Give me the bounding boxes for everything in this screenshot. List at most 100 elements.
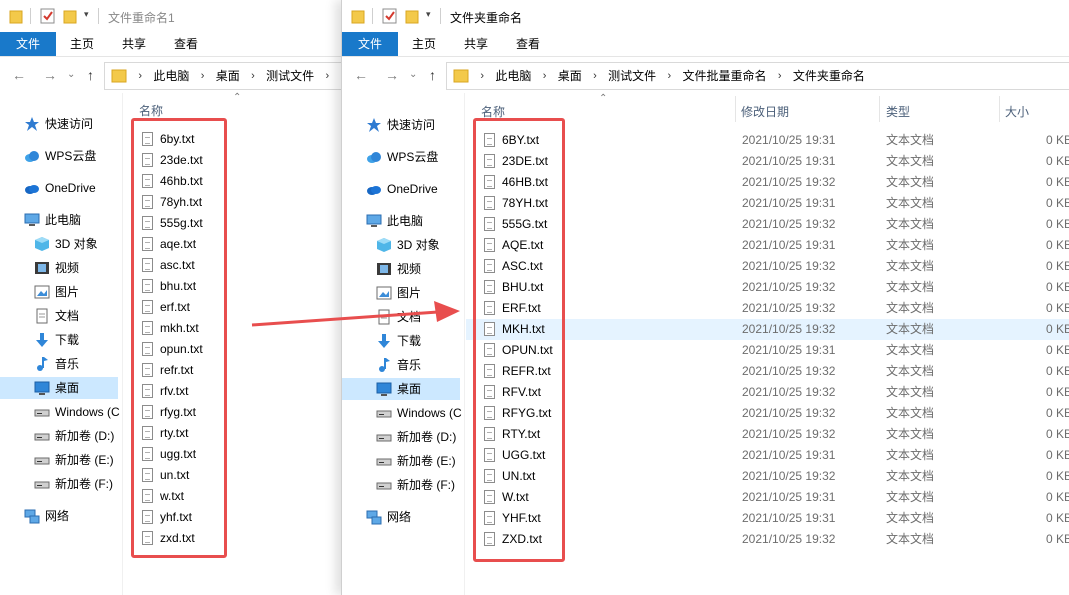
address-bar[interactable]: › 此电脑 › 桌面 › 测试文件 › 文件批量重命名 › 文件夹重命名	[446, 62, 1069, 90]
nav-item[interactable]: 文档	[0, 305, 118, 327]
nav-item[interactable]: WPS云盘	[342, 146, 460, 168]
tab-view[interactable]: 查看	[166, 32, 206, 56]
properties-icon[interactable]	[40, 8, 56, 24]
customize-quick-access-icon[interactable]: ▾	[84, 9, 89, 20]
breadcrumb-item[interactable]: 桌面	[558, 63, 582, 89]
new-folder-icon[interactable]	[405, 8, 419, 24]
back-arrow-icon[interactable]: ←	[354, 67, 368, 83]
nav-item[interactable]: 网络	[342, 506, 460, 528]
nav-item[interactable]: Windows (C	[0, 401, 120, 423]
tab-file[interactable]: 文件	[342, 32, 398, 56]
recent-locations-chevron-icon[interactable]: ⌄	[67, 69, 75, 80]
nav-item[interactable]: 音乐	[0, 353, 118, 375]
nav-item-label: 桌面	[55, 381, 80, 395]
file-type: 文本文档	[886, 238, 935, 252]
tab-share[interactable]: 共享	[456, 32, 496, 56]
chevron-right-icon: ›	[593, 70, 597, 82]
tab-home[interactable]: 主页	[62, 32, 102, 56]
forward-arrow-icon[interactable]: →	[43, 67, 57, 83]
tab-view[interactable]: 查看	[508, 32, 548, 56]
nav-item[interactable]: 3D 对象	[0, 233, 118, 255]
chevron-right-icon: ›	[480, 70, 485, 82]
pane-divider[interactable]	[122, 93, 123, 595]
nav-item[interactable]: 快速访问	[0, 113, 118, 135]
breadcrumb-item[interactable]: 测试文件	[608, 63, 656, 89]
customize-quick-access-icon[interactable]: ▾	[426, 9, 431, 20]
nav-item-label: 网络	[45, 509, 70, 523]
file-size: 0 KB	[1046, 133, 1069, 147]
file-size: 0 KB	[1046, 322, 1069, 336]
nav-item-label: 快速访问	[45, 117, 94, 131]
chevron-right-icon: ›	[777, 70, 782, 82]
nav-item[interactable]: 视频	[342, 258, 460, 280]
nav-item[interactable]: 快速访问	[342, 114, 460, 136]
nav-item[interactable]: 视频	[0, 257, 118, 279]
column-header-date[interactable]: 修改日期	[741, 103, 789, 120]
sort-ascending-icon: ⌃	[233, 92, 242, 103]
column-header-size[interactable]: 大小	[1005, 103, 1029, 120]
breadcrumb-item[interactable]: 文件夹重命名	[793, 63, 865, 89]
file-modified-date: 2021/10/25 19:32	[742, 385, 836, 399]
breadcrumb-item[interactable]: 此电脑	[153, 63, 189, 89]
back-arrow-icon[interactable]: ←	[12, 67, 26, 83]
nav-item[interactable]: 网络	[0, 505, 118, 527]
nav-item[interactable]: 音乐	[342, 354, 460, 376]
breadcrumb-item[interactable]: 此电脑	[495, 63, 531, 89]
file-modified-date: 2021/10/25 19:32	[742, 532, 836, 546]
file-modified-date: 2021/10/25 19:32	[742, 259, 836, 273]
nav-item[interactable]: 下载	[0, 329, 118, 351]
file-modified-date: 2021/10/25 19:32	[742, 322, 836, 336]
divider	[372, 8, 373, 24]
file-size: 0 KB	[1046, 175, 1069, 189]
file-modified-date: 2021/10/25 19:32	[742, 175, 836, 189]
tab-file[interactable]: 文件	[0, 32, 56, 56]
up-arrow-icon[interactable]: ↑	[429, 67, 436, 83]
column-divider[interactable]	[999, 96, 1000, 122]
nav-item[interactable]: 此电脑	[0, 209, 118, 231]
nav-item[interactable]: 下载	[342, 330, 460, 352]
tab-share[interactable]: 共享	[114, 32, 154, 56]
nav-item[interactable]: 新加卷 (D:)	[0, 425, 118, 447]
chevron-right-icon: ›	[251, 70, 255, 82]
pane-divider[interactable]	[464, 93, 465, 595]
new-folder-icon[interactable]	[63, 8, 77, 24]
breadcrumb-item[interactable]: 桌面	[216, 63, 240, 89]
nav-item[interactable]: 图片	[0, 281, 118, 303]
recent-locations-chevron-icon[interactable]: ⌄	[409, 69, 417, 80]
nav-item[interactable]: 新加卷 (D:)	[342, 426, 460, 448]
nav-item[interactable]: 新加卷 (F:)	[0, 473, 118, 495]
computer-icon	[366, 213, 382, 229]
column-header-name[interactable]: 名称	[139, 102, 163, 119]
drive-icon	[376, 405, 392, 421]
nav-item-label: 此电脑	[387, 214, 424, 228]
breadcrumb-item[interactable]: 文件批量重命名	[682, 63, 766, 89]
nav-item[interactable]: 新加卷 (F:)	[342, 474, 460, 496]
up-arrow-icon[interactable]: ↑	[87, 67, 94, 83]
nav-item[interactable]: 3D 对象	[342, 234, 460, 256]
properties-icon[interactable]	[382, 8, 398, 24]
nav-item[interactable]: 图片	[342, 282, 460, 304]
nav-item[interactable]: 桌面	[342, 378, 460, 400]
nav-item[interactable]: OneDrive	[0, 177, 118, 199]
nav-item[interactable]: 此电脑	[342, 210, 460, 232]
folder-icon	[453, 69, 469, 83]
nav-item[interactable]: 新加卷 (E:)	[342, 450, 460, 472]
column-header-type[interactable]: 类型	[886, 103, 910, 120]
file-size: 0 KB	[1046, 427, 1069, 441]
column-divider[interactable]	[879, 96, 880, 122]
file-type: 文本文档	[886, 406, 935, 420]
cube-icon	[376, 237, 392, 253]
address-bar[interactable]: › 此电脑 › 桌面 › 测试文件 › 文	[104, 62, 341, 90]
breadcrumb-item[interactable]: 测试文件	[266, 63, 314, 89]
nav-item[interactable]: 文档	[342, 306, 460, 328]
nav-item[interactable]: 桌面	[0, 377, 118, 399]
nav-item[interactable]: Windows (C	[342, 402, 462, 424]
forward-arrow-icon[interactable]: →	[385, 67, 399, 83]
file-size: 0 KB	[1046, 385, 1069, 399]
column-divider[interactable]	[735, 96, 736, 122]
nav-item[interactable]: WPS云盘	[0, 145, 118, 167]
nav-item[interactable]: 新加卷 (E:)	[0, 449, 118, 471]
tab-home[interactable]: 主页	[404, 32, 444, 56]
nav-item[interactable]: OneDrive	[342, 178, 460, 200]
nav-item-label: 文档	[55, 309, 80, 323]
